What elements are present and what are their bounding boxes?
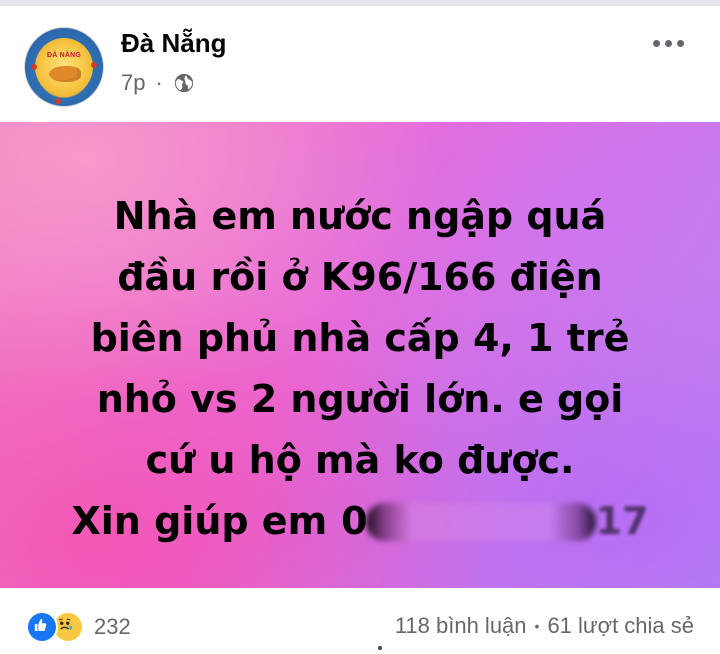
post-text-line: nhỏ vs 2 người lớn. e gọi (96, 377, 624, 421)
meta-separator: · (155, 70, 163, 95)
post-text-line: cứ u hộ mà ko được. (145, 438, 575, 482)
avatar-decoration (55, 98, 61, 104)
post-meta: 7p · (121, 70, 195, 96)
more-options-icon (652, 39, 660, 47)
avatar-decoration (31, 64, 37, 70)
engagement-stats: 118 bình luận • 61 lượt chia sẻ (395, 613, 694, 639)
post-text-line: đầu rồi ở K96/166 điện (117, 255, 603, 299)
post-header: ĐÀ NẴNG Đà Nẵng 7p · (0, 6, 720, 118)
more-options-icon (664, 39, 672, 47)
stats-separator: • (534, 618, 540, 634)
avatar-emblem: ĐÀ NẴNG (35, 38, 93, 96)
shares-count-link[interactable]: 61 lượt chia sẻ (547, 613, 694, 639)
page-avatar[interactable]: ĐÀ NẴNG (24, 27, 104, 107)
post-text-line: Xin giúp em 0 17 (0, 491, 720, 552)
post-text-line: biên phủ nhà cấp 4, 1 trẻ (90, 316, 630, 360)
avatar-decoration (91, 62, 97, 68)
post-footer: 232 118 bình luận • 61 lượt chia sẻ (0, 596, 720, 654)
more-options-icon (676, 39, 684, 47)
phone-number-end: 17 (595, 499, 649, 543)
avatar-illustration (49, 66, 81, 82)
reactions-summary[interactable]: 232 (26, 611, 131, 643)
post-text-line: Nhà em nước ngập quá (113, 194, 607, 238)
post-body-text: Nhà em nước ngập quá đầu rồi ở K96/166 đ… (0, 186, 720, 552)
globe-icon (174, 73, 193, 93)
like-icon (26, 611, 58, 643)
phone-number-start: 0 (341, 499, 368, 543)
reaction-count: 232 (94, 614, 131, 639)
avatar-text: ĐÀ NẴNG (46, 52, 82, 59)
page-name[interactable]: Đà Nẵng (121, 28, 226, 59)
blurred-phone-number (365, 502, 596, 541)
bottom-artifact (378, 646, 382, 650)
post-last-line-text: Xin giúp em (71, 499, 328, 543)
more-options-button[interactable] (646, 28, 690, 58)
comments-count-link[interactable]: 118 bình luận (395, 613, 527, 639)
post-timestamp[interactable]: 7p (121, 70, 145, 96)
